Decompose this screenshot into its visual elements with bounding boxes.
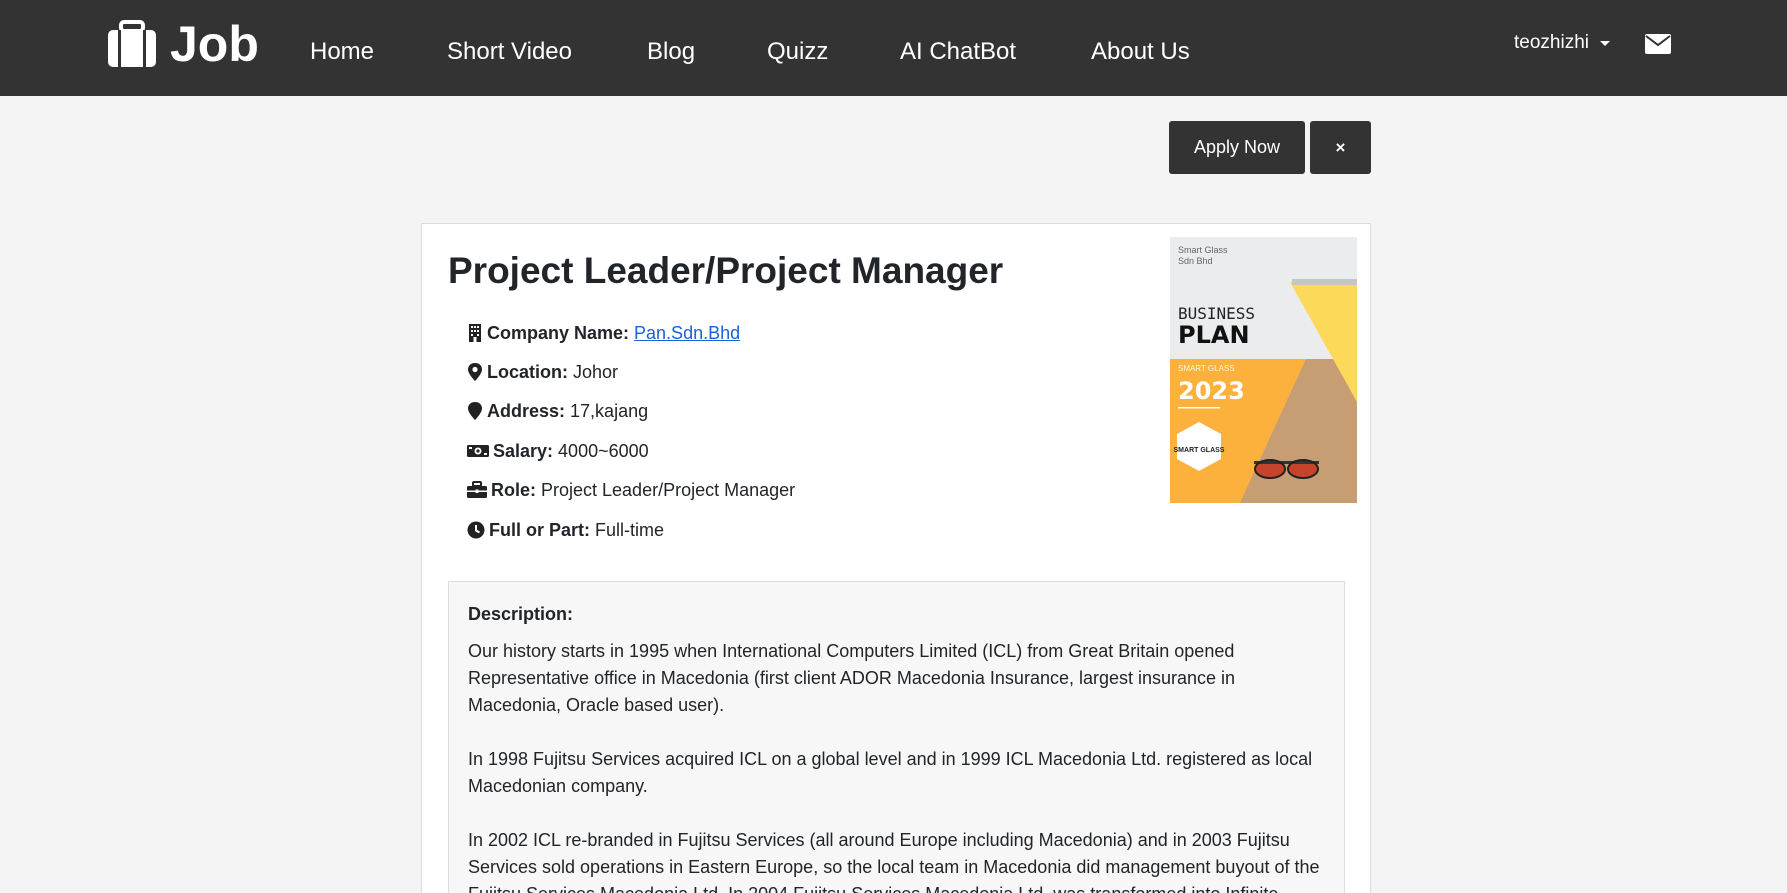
company-name-link[interactable]: Pan.Sdn.Bhd: [634, 321, 740, 345]
address-label: Address:: [487, 401, 566, 421]
brand-name: Job: [170, 16, 259, 72]
employment-type-label: Full or Part:: [489, 520, 591, 540]
nav-short-video[interactable]: Short Video: [447, 36, 572, 68]
company-name-row: Company Name: Pan.Sdn.Bhd: [467, 321, 740, 345]
clock-icon: [467, 521, 485, 539]
poster-logo: SMART GLASS: [1174, 447, 1225, 454]
close-button[interactable]: ×: [1310, 121, 1371, 174]
address-row: Address: 17,kajang: [467, 399, 648, 423]
company-name-label: Company Name:: [487, 323, 630, 343]
description-paragraph: In 1998 Fujitsu Services acquired ICL on…: [468, 749, 1313, 796]
employment-type-value: Full-time: [595, 520, 665, 540]
poster-line2: PLAN: [1178, 321, 1250, 349]
location-row: Location: Johor: [467, 360, 618, 384]
poster-company-line2: Sdn Bhd: [1178, 256, 1213, 266]
username: teozhizhi: [1514, 32, 1589, 53]
top-navbar: Job Home Short Video Blog Quizz AI ChatB…: [0, 0, 1787, 96]
job-title: Project Leader/Project Manager: [448, 250, 1004, 291]
description-panel: Description: Our history starts in 1995 …: [448, 581, 1345, 893]
company-poster-image: Smart Glass Sdn Bhd BUSINESS PLAN SMART …: [1170, 237, 1357, 503]
description-paragraph: In 2002 ICL re-branded in Fujitsu Servic…: [468, 830, 1320, 893]
nav-blog[interactable]: Blog: [647, 36, 695, 68]
building-icon: [469, 324, 481, 342]
nav-quizz[interactable]: Quizz: [767, 36, 828, 68]
user-dropdown[interactable]: teozhizhi: [1514, 32, 1610, 54]
location-value: Johor: [573, 362, 619, 382]
role-row: Role: Project Leader/Project Manager: [467, 478, 795, 502]
role-value: Project Leader/Project Manager: [541, 480, 796, 500]
caret-down-icon: [1600, 40, 1610, 46]
nav-ai-chatbot[interactable]: AI ChatBot: [900, 36, 1016, 68]
address-value: 17,kajang: [570, 401, 649, 421]
job-detail-card: Project Leader/Project Manager Company N…: [421, 223, 1371, 893]
role-label: Role:: [491, 480, 536, 500]
pin-icon: [468, 402, 482, 420]
description-heading: Description:: [468, 604, 574, 624]
salary-label: Salary:: [493, 441, 554, 461]
nav-about-us[interactable]: About Us: [1091, 36, 1190, 68]
location-label: Location:: [487, 362, 568, 382]
map-marker-icon: [468, 363, 482, 381]
description-paragraph: Our history starts in 1995 when Internat…: [468, 641, 1236, 715]
employment-type-row: Full or Part: Full-time: [467, 518, 664, 542]
apply-now-button[interactable]: Apply Now: [1169, 121, 1305, 174]
salary-value: 4000~6000: [558, 441, 649, 461]
briefcase-icon: [467, 481, 487, 498]
poster-year: 2023: [1178, 377, 1245, 405]
money-icon: [467, 445, 489, 457]
poster-tag: SMART GLASS: [1178, 364, 1235, 373]
envelope-icon[interactable]: [1645, 34, 1671, 54]
brand-logo[interactable]: Job: [106, 16, 259, 72]
suitcase-icon: [108, 20, 156, 67]
poster-company: Smart Glass: [1178, 245, 1228, 255]
salary-row: Salary: 4000~6000: [467, 439, 649, 463]
nav-home[interactable]: Home: [310, 36, 374, 68]
